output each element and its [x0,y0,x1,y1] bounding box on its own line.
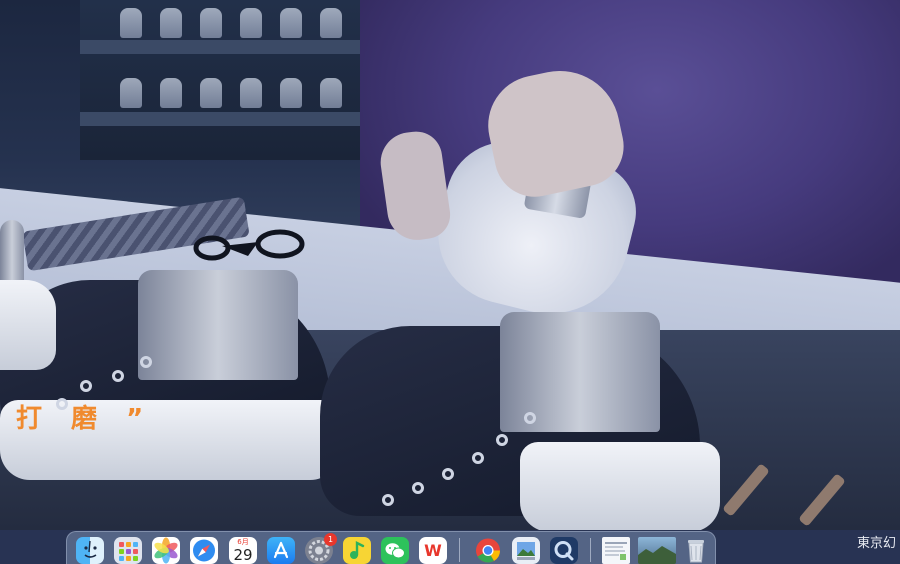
chrome-icon[interactable] [474,537,502,564]
canvas-shoe-far-left [0,220,60,380]
corner-label: 東京幻 [856,536,896,551]
safari-icon[interactable] [190,537,218,564]
wps-letter: W [424,541,442,560]
canvas-shoe-right [320,312,720,530]
photos-icon[interactable] [152,537,180,564]
preview-icon[interactable] [512,537,540,564]
launchpad-icon[interactable] [114,537,142,564]
quicktime-icon[interactable] [550,537,578,564]
wps-icon[interactable]: W [419,537,447,564]
app-store-icon[interactable] [267,537,295,564]
qq-music-icon[interactable] [343,537,371,564]
wechat-icon[interactable] [381,537,409,564]
image-thumbnail-icon[interactable] [638,537,676,564]
calendar-day: 29 [233,546,253,564]
calendar-icon[interactable]: 6月 29 [229,537,257,564]
document-thumbnail-icon[interactable] [602,537,630,564]
scissors [193,229,305,261]
video-subtitle: 打 磨 ” [16,404,154,434]
trash-icon[interactable] [682,537,710,564]
background-shelf [80,0,380,160]
video-frame[interactable]: 打 磨 ” [0,0,900,530]
dock-divider [590,538,591,562]
settings-badge: 1 [324,533,337,546]
finder-icon[interactable] [76,537,104,564]
dock-divider [459,538,460,562]
